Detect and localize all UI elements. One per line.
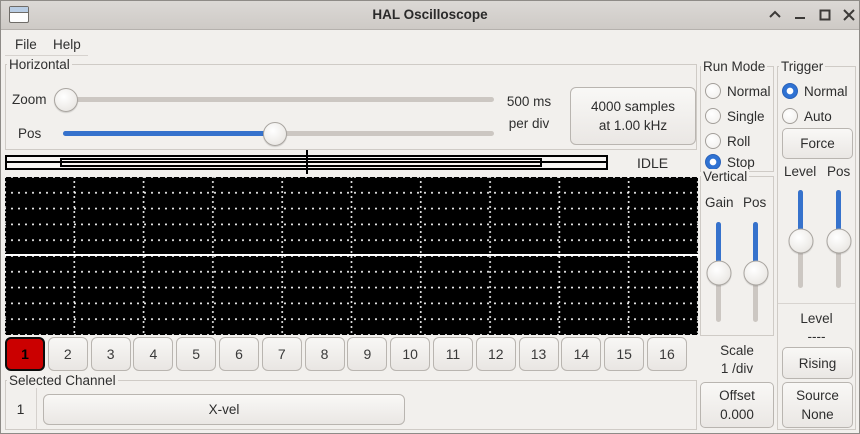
pos-label: Pos [18, 126, 41, 141]
selected-channel-name: X-vel [209, 400, 240, 419]
trigger-option-normal[interactable]: Normal [782, 82, 848, 100]
timebase-per-div-value: 500 ms [494, 91, 564, 113]
vertical-legend: Vertical [701, 169, 749, 184]
selected-channel-legend: Selected Channel [7, 373, 118, 388]
title-bar[interactable]: HAL Oscilloscope [0, 0, 860, 30]
zoom-label: Zoom [12, 92, 47, 107]
scale-value: 1 /div [700, 360, 774, 378]
close-icon[interactable] [840, 7, 858, 23]
channel-button-6[interactable]: 6 [219, 337, 259, 371]
run-mode-option-roll[interactable]: Roll [705, 132, 750, 150]
menu-bar: File Help [0, 31, 860, 57]
samples-button[interactable]: 4000 samples at 1.00 kHz [570, 87, 696, 145]
trigger-source-value: None [801, 405, 833, 424]
selected-channel-number: 1 [5, 388, 37, 430]
run-mode-option-normal[interactable]: Normal [705, 82, 771, 100]
horizontal-legend: Horizontal [7, 57, 72, 72]
radio-icon[interactable] [705, 133, 721, 149]
trigger-legend: Trigger [779, 59, 825, 74]
channel-button-15[interactable]: 15 [604, 337, 644, 371]
force-button[interactable]: Force [782, 128, 853, 159]
channel-button-7[interactable]: 7 [262, 337, 302, 371]
pos-slider-track[interactable] [63, 131, 494, 136]
radio-icon[interactable] [705, 108, 721, 124]
pos-slider-fill [63, 131, 275, 136]
trigger-pos-slider-handle[interactable] [827, 229, 852, 254]
offset-button[interactable]: Offset 0.000 [700, 382, 774, 428]
channel-button-2[interactable]: 2 [48, 337, 88, 371]
rollup-icon[interactable] [766, 7, 784, 23]
vertical-pos-slider-handle[interactable] [744, 261, 769, 286]
selected-channel-source-button[interactable]: X-vel [43, 394, 405, 425]
channel-button-14[interactable]: 14 [561, 337, 601, 371]
gain-slider-handle[interactable] [707, 261, 732, 286]
trigger-level-readout-label: Level [777, 310, 856, 328]
radio-icon[interactable] [705, 83, 721, 99]
channel-button-16[interactable]: 16 [647, 337, 687, 371]
channel-button-row: 1 2 3 4 5 6 7 8 9 10 11 12 13 14 15 16 [5, 337, 687, 371]
channel-button-5[interactable]: 5 [176, 337, 216, 371]
menu-help[interactable]: Help [51, 37, 83, 52]
trigger-level-label: Level [784, 164, 816, 179]
run-mode-legend: Run Mode [701, 59, 767, 74]
channel-button-9[interactable]: 9 [347, 337, 387, 371]
trigger-level-readout-value: ---- [777, 328, 856, 346]
radio-selected-icon[interactable] [782, 83, 798, 99]
trigger-source-label: Source [796, 386, 839, 405]
channel-button-1[interactable]: 1 [5, 337, 45, 371]
menu-file[interactable]: File [13, 37, 39, 52]
record-window-box [60, 158, 542, 167]
timebase-per-div-unit: per div [494, 113, 564, 135]
timebase-readout: 500 ms per div [494, 91, 564, 135]
maximize-icon[interactable] [816, 7, 834, 23]
pos-slider-handle[interactable] [263, 122, 287, 146]
trigger-divider [778, 303, 855, 304]
offset-label: Offset [719, 386, 755, 405]
radio-selected-icon[interactable] [705, 154, 721, 170]
channel-button-10[interactable]: 10 [390, 337, 430, 371]
zoom-slider-track[interactable] [57, 97, 494, 102]
trigger-level-slider-handle[interactable] [789, 229, 814, 254]
radio-icon[interactable] [782, 108, 798, 124]
trigger-option-auto[interactable]: Auto [782, 107, 832, 125]
channel-button-8[interactable]: 8 [305, 337, 345, 371]
samples-line1: 4000 samples [591, 97, 675, 116]
channel-button-12[interactable]: 12 [476, 337, 516, 371]
trigger-position-marker [306, 150, 308, 174]
offset-value: 0.000 [720, 405, 754, 424]
window-title: HAL Oscilloscope [0, 7, 860, 22]
zoom-slider-handle[interactable] [54, 88, 78, 112]
trigger-level-readout: Level ---- [777, 310, 856, 346]
trigger-source-button[interactable]: Source None [782, 382, 853, 428]
minimize-icon[interactable] [791, 7, 809, 23]
vertical-pos-label: Pos [743, 195, 766, 210]
trigger-edge-button[interactable]: Rising [782, 347, 853, 379]
samples-line2: at 1.00 kHz [599, 116, 667, 135]
gain-label: Gain [705, 195, 734, 210]
channel-button-11[interactable]: 11 [433, 337, 473, 371]
trigger-pos-label: Pos [827, 164, 850, 179]
status-text: IDLE [608, 155, 697, 171]
app-window: HAL Oscilloscope File Help Horizontal Zo… [0, 0, 860, 434]
channel-button-4[interactable]: 4 [133, 337, 173, 371]
run-mode-option-single[interactable]: Single [705, 107, 765, 125]
scale-readout: Scale 1 /div [700, 342, 774, 378]
scale-label: Scale [700, 342, 774, 360]
menubar-underline [5, 55, 88, 56]
trace-channel-1 [5, 254, 698, 256]
scope-display [5, 177, 698, 335]
channel-button-13[interactable]: 13 [519, 337, 559, 371]
channel-button-3[interactable]: 3 [91, 337, 131, 371]
